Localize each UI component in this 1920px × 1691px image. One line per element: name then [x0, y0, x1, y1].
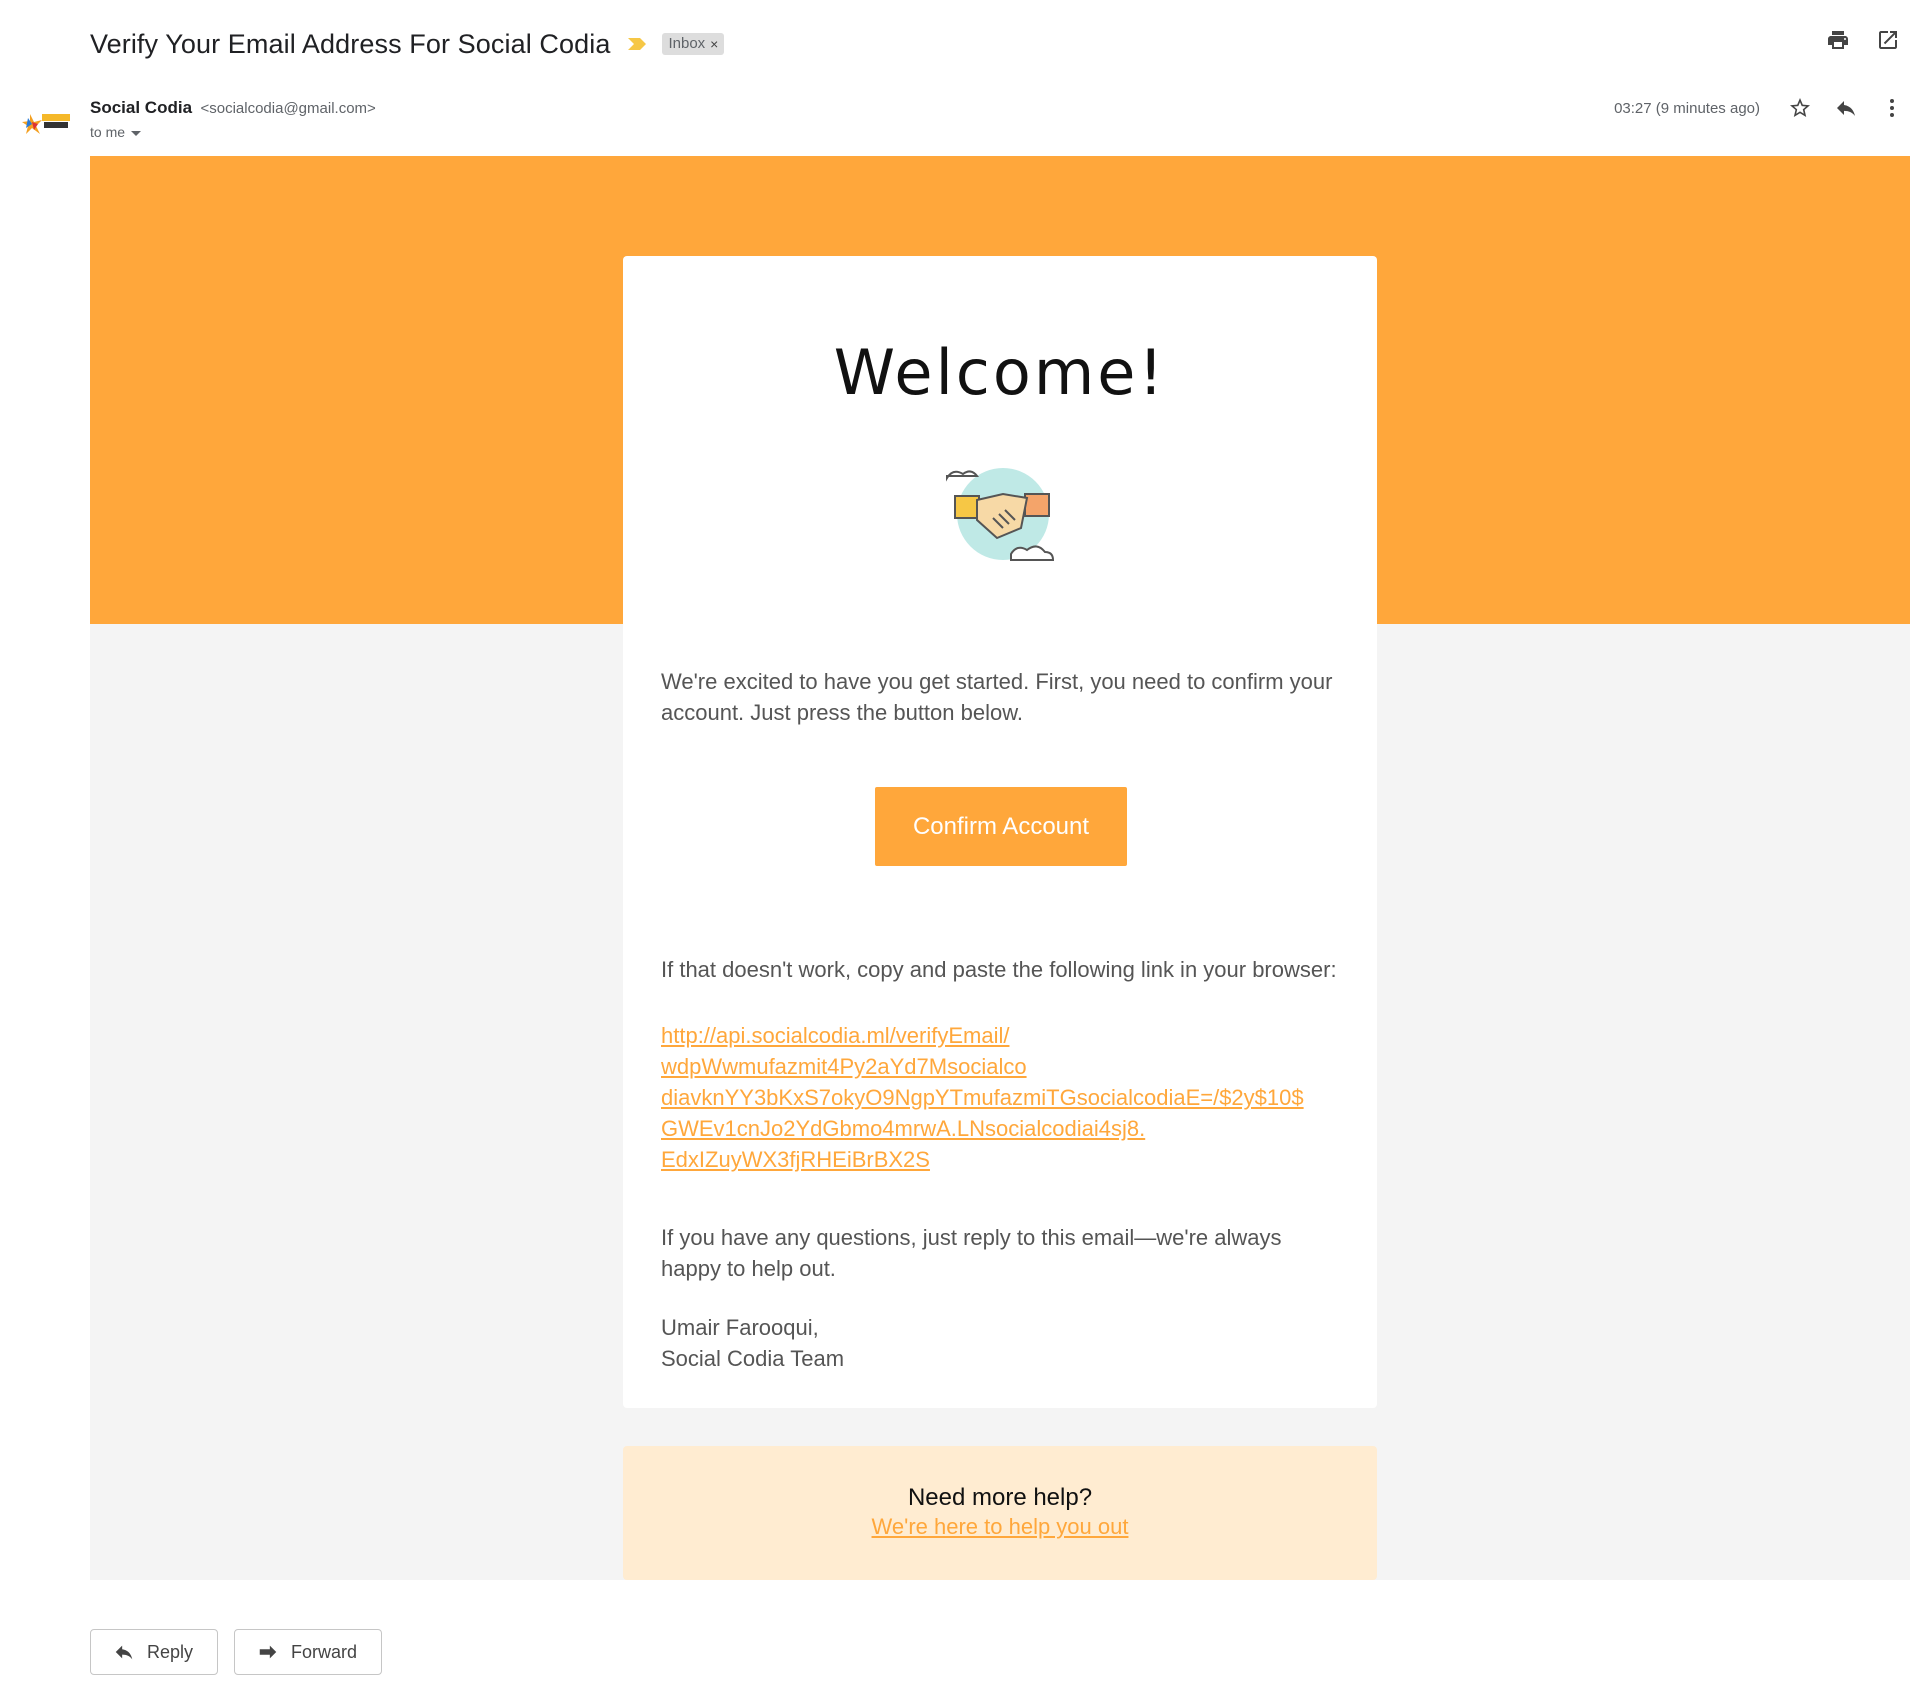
subject-row: Verify Your Email Address For Social Cod…: [90, 22, 725, 66]
verify-link-line: wdpWwmufazmit4Py2aYd7Msocialco: [661, 1054, 1027, 1079]
verify-link-line: http://api.socialcodia.ml/verifyEmail/: [661, 1023, 1010, 1048]
email-subject: Verify Your Email Address For Social Cod…: [90, 28, 611, 59]
email-card: Welcome! We're excited to have you get s…: [623, 256, 1377, 1408]
fallback-paragraph: If that doesn't work, copy and paste the…: [661, 957, 1337, 982]
forward-icon: [259, 1645, 277, 1659]
more-options-button[interactable]: [1878, 94, 1906, 122]
reply-label: Reply: [147, 1641, 194, 1662]
verify-link-line: diavknYY3bKxS7okyO9NgpYTmufazmiTGsocialc…: [661, 1085, 1304, 1110]
signoff: Umair Farooqui, Social Codia Team: [661, 1312, 1341, 1374]
verify-email-link[interactable]: http://api.socialcodia.ml/verifyEmail/ w…: [661, 1020, 1341, 1175]
reply-header-button[interactable]: [1832, 94, 1860, 122]
email-body: Welcome! We're excited to have you get s…: [90, 156, 1910, 1580]
sender-name[interactable]: Social Codia: [90, 98, 192, 117]
star-icon: [1790, 98, 1810, 117]
open-in-new-icon: [1879, 31, 1897, 49]
handshake-icon: [946, 468, 1055, 561]
questions-paragraph: If you have any questions, just reply to…: [661, 1225, 1282, 1281]
inbox-label-chip[interactable]: Inbox ×: [662, 33, 725, 55]
importance-marker-icon[interactable]: [626, 36, 648, 52]
help-box: Need more help? We're here to help you o…: [623, 1446, 1377, 1580]
bottom-actions: Reply Forward: [90, 1629, 383, 1675]
welcome-heading: Welcome!: [833, 336, 1167, 409]
print-button[interactable]: [1824, 26, 1852, 54]
confirm-account-button[interactable]: Confirm Account: [875, 787, 1127, 866]
reply-button[interactable]: Reply: [90, 1629, 219, 1675]
help-title: Need more help?: [907, 1484, 1093, 1511]
recipient-toggle[interactable]: to me: [90, 124, 376, 140]
sender-avatar-logo: [22, 114, 70, 134]
open-in-new-window-button[interactable]: [1874, 26, 1902, 54]
sender-block: Social Codia <socialcodia@gmail.com> to …: [90, 98, 376, 140]
top-actions: [1824, 26, 1902, 54]
star-button[interactable]: [1786, 94, 1814, 122]
forward-button[interactable]: Forward: [234, 1629, 383, 1675]
inbox-label-text: Inbox: [668, 35, 706, 52]
caret-down-icon: [131, 130, 142, 136]
sender-email: <socialcodia@gmail.com>: [200, 100, 376, 117]
forward-label: Forward: [291, 1641, 358, 1662]
verify-link-line: GWEv1cnJo2YdGbmo4mrwA.LNsocialcodiai4sj8…: [661, 1116, 1146, 1141]
message-meta: 03:27 (9 minutes ago): [1614, 94, 1906, 122]
recipient-label: to me: [90, 124, 126, 140]
message-time: 03:27 (9 minutes ago): [1614, 99, 1760, 117]
signoff-name: Umair Farooqui,: [661, 1315, 819, 1340]
reply-icon: [1837, 101, 1855, 116]
intro-paragraph: We're excited to have you get started. F…: [661, 669, 1333, 725]
verify-link-line: EdxIZuyWX3fjRHEiBrBX2S: [661, 1147, 930, 1172]
print-icon: [1828, 31, 1848, 49]
reply-icon: [115, 1645, 133, 1660]
signoff-team: Social Codia Team: [661, 1346, 845, 1371]
more-vert-icon: [1890, 99, 1894, 117]
help-link[interactable]: We're here to help you out: [623, 1514, 1377, 1540]
remove-label-icon[interactable]: ×: [710, 36, 718, 52]
